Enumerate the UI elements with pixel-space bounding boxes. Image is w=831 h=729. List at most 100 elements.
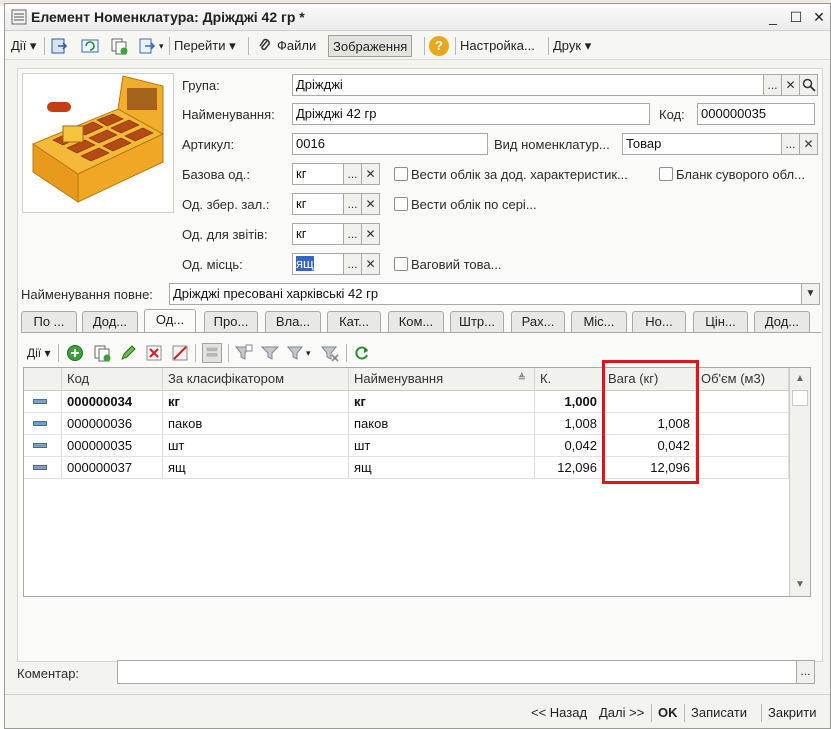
cell-classifier[interactable]: кг — [163, 391, 349, 413]
back-button[interactable]: << Назад — [531, 705, 587, 720]
based-on-dropdown-icon[interactable]: ▾ — [159, 35, 164, 57]
close-window-button[interactable]: ✕ — [809, 8, 829, 26]
storage-unit-field[interactable]: кг — [292, 193, 344, 215]
cell-name[interactable]: паков — [349, 413, 535, 435]
report-unit-field[interactable]: кг — [292, 223, 344, 245]
cell-volume[interactable] — [696, 457, 789, 479]
series-checkbox[interactable] — [394, 197, 408, 211]
cell-code[interactable]: 000000035 — [62, 435, 163, 457]
cell-coefficient[interactable]: 0,042 — [535, 435, 603, 457]
scroll-down-arrow-icon[interactable]: ▼ — [792, 576, 808, 594]
base-unit-select-button[interactable]: ... — [343, 163, 362, 185]
column-header-name[interactable]: Найменування ≜ — [349, 368, 535, 391]
copy-row-icon[interactable] — [92, 343, 112, 363]
actions-menu-button[interactable]: Дії ▾ — [11, 35, 36, 57]
storage-unit-clear-button[interactable]: ✕ — [361, 193, 380, 215]
cell-name[interactable]: ящ — [349, 457, 535, 479]
reread-icon[interactable] — [80, 36, 100, 56]
group-field[interactable]: Дріжджі — [292, 74, 764, 96]
add-row-icon[interactable] — [65, 343, 85, 363]
files-button[interactable]: Файли — [277, 35, 316, 57]
report-unit-clear-button[interactable]: ✕ — [361, 223, 380, 245]
code-field[interactable]: 000000035 — [697, 103, 815, 125]
minimize-button[interactable]: _ — [763, 8, 783, 26]
tab-accounts[interactable]: Рах... — [511, 311, 565, 332]
product-image[interactable] — [22, 73, 174, 213]
image-button[interactable]: Зображення — [328, 35, 413, 57]
cell-volume[interactable] — [696, 391, 789, 413]
clear-filter-icon[interactable] — [320, 343, 340, 363]
tab-components[interactable]: Ком... — [388, 311, 444, 332]
cell-classifier[interactable]: шт — [163, 435, 349, 457]
tab-properties[interactable]: Вла... — [265, 311, 321, 332]
column-header-classifier[interactable]: За класифікатором — [163, 368, 349, 391]
settings-button[interactable]: Настройка... — [460, 35, 535, 57]
comment-select-button[interactable]: ... — [796, 660, 815, 684]
weight-item-checkbox[interactable] — [394, 257, 408, 271]
cell-coefficient[interactable]: 1,008 — [535, 413, 603, 435]
tab-additional-2[interactable]: Дод... — [754, 311, 810, 332]
cell-volume[interactable] — [696, 413, 789, 435]
help-icon[interactable]: ? — [429, 36, 449, 56]
article-field[interactable]: 0016 — [292, 133, 488, 155]
tab-categories[interactable]: Кат... — [327, 311, 381, 332]
print-menu-button[interactable]: Друк ▾ — [553, 35, 591, 57]
cell-code[interactable]: 000000037 — [62, 457, 163, 479]
mark-deletion-icon[interactable] — [170, 343, 190, 363]
group-select-button[interactable]: ... — [763, 74, 782, 96]
cell-name[interactable]: шт — [349, 435, 535, 457]
group-search-button[interactable] — [799, 74, 818, 96]
kind-field[interactable]: Товар — [622, 133, 782, 155]
filter-by-value-icon[interactable] — [234, 343, 254, 363]
comment-field[interactable] — [117, 660, 797, 684]
kind-clear-button[interactable]: ✕ — [799, 133, 818, 155]
copy-icon[interactable] — [109, 36, 129, 56]
column-header-coefficient[interactable]: К. — [535, 368, 603, 391]
tab-additional[interactable]: Дод... — [82, 311, 138, 332]
cell-volume[interactable] — [696, 435, 789, 457]
save-close-icon[interactable] — [49, 36, 69, 56]
cell-name[interactable]: кг — [349, 391, 535, 413]
ok-button[interactable]: OK — [658, 705, 678, 720]
base-unit-clear-button[interactable]: ✕ — [361, 163, 380, 185]
tab-places[interactable]: Міс... — [571, 311, 627, 332]
filter-history-dropdown-icon[interactable]: ▾ — [306, 342, 311, 364]
write-button[interactable]: Записати — [691, 705, 747, 720]
tab-units[interactable]: Од... — [144, 309, 196, 333]
filter-icon[interactable] — [260, 343, 280, 363]
strict-form-checkbox[interactable] — [659, 167, 673, 181]
kind-select-button[interactable]: ... — [781, 133, 800, 155]
column-header-code[interactable]: Код — [62, 368, 163, 391]
maximize-button[interactable]: ☐ — [786, 8, 806, 26]
cell-code[interactable]: 000000034 — [62, 391, 163, 413]
column-header-volume[interactable]: Об'єм (м3) — [696, 368, 789, 391]
filter-history-icon[interactable] — [286, 343, 306, 363]
extra-characteristics-checkbox[interactable] — [394, 167, 408, 181]
edit-row-icon[interactable] — [118, 343, 138, 363]
goto-menu-button[interactable]: Перейти ▾ — [174, 35, 236, 57]
cell-classifier[interactable]: ящ — [163, 457, 349, 479]
fullname-field[interactable]: Дріжджі пресовані харківські 42 гр — [169, 283, 802, 305]
fullname-dropdown-button[interactable]: ▼ — [801, 283, 820, 305]
next-button[interactable]: Далі >> — [599, 705, 644, 720]
tab-barcodes[interactable]: Штр... — [450, 311, 504, 332]
cell-coefficient[interactable]: 1,000 — [535, 391, 603, 413]
refresh-icon[interactable] — [352, 343, 372, 363]
tab-prices[interactable]: Цін... — [693, 311, 748, 332]
cell-code[interactable]: 000000036 — [62, 413, 163, 435]
cell-coefficient[interactable]: 12,096 — [535, 457, 603, 479]
tab-production[interactable]: Про... — [204, 311, 258, 332]
table-scrollbar[interactable]: ▲ ▼ — [789, 368, 810, 596]
grid-actions-button[interactable]: Дії ▾ — [27, 342, 51, 364]
cell-classifier[interactable]: паков — [163, 413, 349, 435]
places-unit-field[interactable]: ящ — [292, 253, 344, 275]
name-field[interactable]: Дріжджі 42 гр — [292, 103, 650, 125]
scroll-thumb[interactable] — [792, 390, 808, 406]
places-unit-select-button[interactable]: ... — [343, 253, 362, 275]
report-unit-select-button[interactable]: ... — [343, 223, 362, 245]
hierarchy-icon[interactable] — [202, 343, 222, 363]
places-unit-clear-button[interactable]: ✕ — [361, 253, 380, 275]
base-unit-field[interactable]: кг — [292, 163, 344, 185]
delete-row-icon[interactable] — [144, 343, 164, 363]
scroll-up-arrow-icon[interactable]: ▲ — [792, 370, 808, 388]
